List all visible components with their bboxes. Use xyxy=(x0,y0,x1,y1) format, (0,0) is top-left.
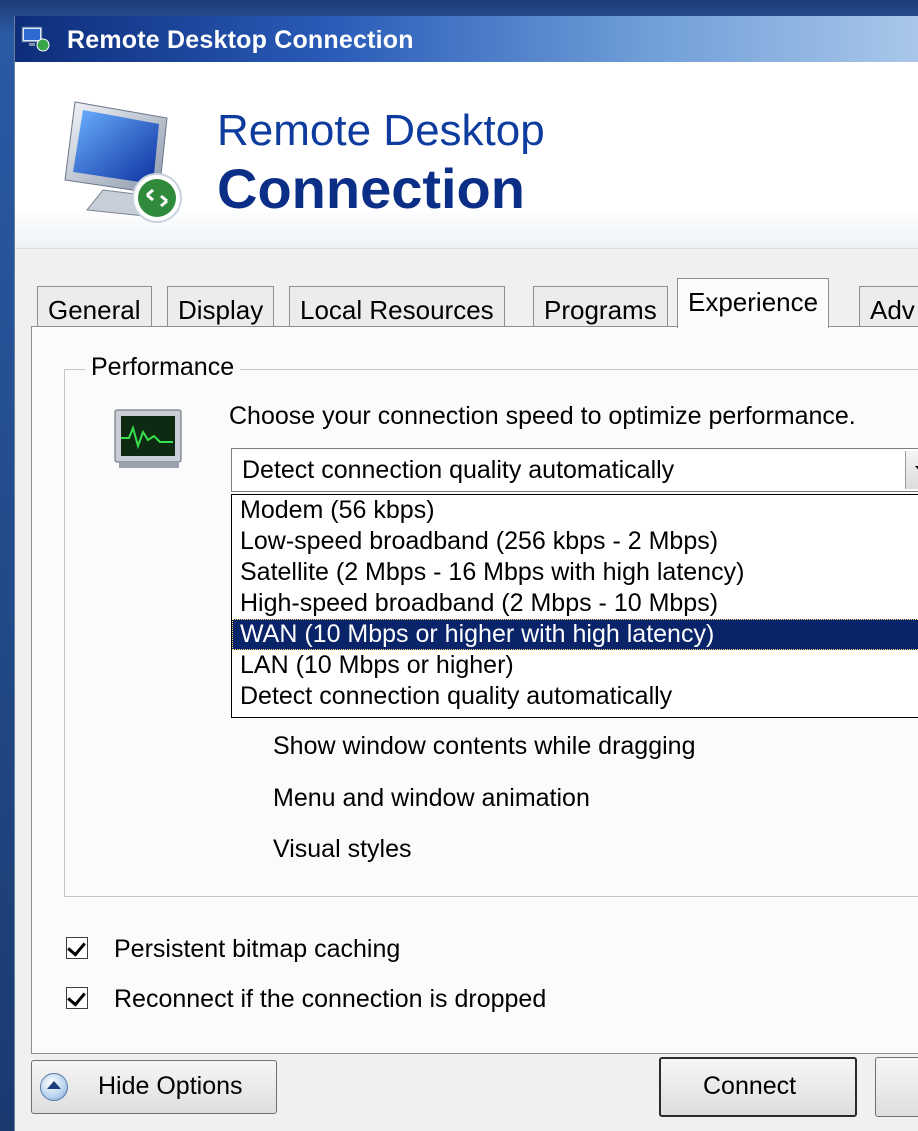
collapse-up-icon xyxy=(40,1073,68,1101)
connection-speed-value: Detect connection quality automatically xyxy=(242,456,675,484)
secondary-button-partial[interactable] xyxy=(875,1057,918,1117)
option-detect-automatically[interactable]: Detect connection quality automatically xyxy=(232,681,918,712)
dropdown-arrow-icon[interactable] xyxy=(905,451,918,489)
banner-title-line2: Connection xyxy=(217,157,525,220)
performance-group-label: Performance xyxy=(85,353,241,382)
header-banner: Remote Desktop Connection xyxy=(15,62,918,249)
option-modem[interactable]: Modem (56 kbps) xyxy=(232,495,918,526)
tab-advanced[interactable]: Adv xyxy=(859,286,918,326)
window-title: Remote Desktop Connection xyxy=(67,26,414,54)
option-wan[interactable]: WAN (10 Mbps or higher with high latency… xyxy=(232,619,918,650)
persistent-bitmap-caching-checkbox[interactable] xyxy=(66,937,88,959)
option-high-speed-broadband[interactable]: High-speed broadband (2 Mbps - 10 Mbps) xyxy=(232,588,918,619)
option-satellite[interactable]: Satellite (2 Mbps - 16 Mbps with high la… xyxy=(232,557,918,588)
connection-speed-options: Modem (56 kbps) Low-speed broadband (256… xyxy=(231,494,918,718)
tab-programs[interactable]: Programs xyxy=(533,286,668,326)
checkbox-check-icon xyxy=(67,987,86,1007)
connect-label: Connect xyxy=(703,1072,797,1100)
performance-group: Performance Choose your connection speed… xyxy=(64,353,918,897)
feature-visual-styles: Visual styles xyxy=(273,835,412,863)
tab-display[interactable]: Display xyxy=(167,286,275,326)
tab-local-resources[interactable]: Local Resources xyxy=(289,286,505,326)
connection-speed-select[interactable]: Detect connection quality automatically xyxy=(231,448,918,492)
option-lan[interactable]: LAN (10 Mbps or higher) xyxy=(232,650,918,681)
performance-monitor-icon xyxy=(114,409,182,468)
experience-panel: Performance Choose your connection speed… xyxy=(31,326,918,1054)
tab-experience[interactable]: Experience xyxy=(677,278,830,328)
feature-menu-animation: Menu and window animation xyxy=(273,784,590,812)
hide-options-label: Hide Options xyxy=(98,1072,243,1100)
checkbox-check-icon xyxy=(67,937,86,957)
reconnect-checkbox[interactable] xyxy=(66,987,88,1009)
tab-strip: General Display Local Resources Programs… xyxy=(37,278,918,328)
remote-desktop-icon xyxy=(21,26,50,52)
performance-description: Choose your connection speed to optimize… xyxy=(229,402,856,430)
reconnect-label[interactable]: Reconnect if the connection is dropped xyxy=(114,985,546,1014)
connect-button[interactable]: Connect xyxy=(659,1057,857,1117)
banner-title-line1: Remote Desktop xyxy=(217,106,545,155)
tab-general[interactable]: General xyxy=(37,286,152,326)
feature-show-window-contents: Show window contents while dragging xyxy=(273,732,696,760)
hide-options-button[interactable]: Hide Options xyxy=(31,1060,277,1114)
monitor-connection-icon xyxy=(64,101,182,223)
title-bar[interactable]: Remote Desktop Connection xyxy=(15,16,918,62)
option-low-speed-broadband[interactable]: Low-speed broadband (256 kbps - 2 Mbps) xyxy=(232,526,918,557)
persistent-bitmap-caching-label[interactable]: Persistent bitmap caching xyxy=(114,935,400,964)
remote-desktop-window: Remote Desktop Connection Remote Desktop… xyxy=(14,16,918,1131)
